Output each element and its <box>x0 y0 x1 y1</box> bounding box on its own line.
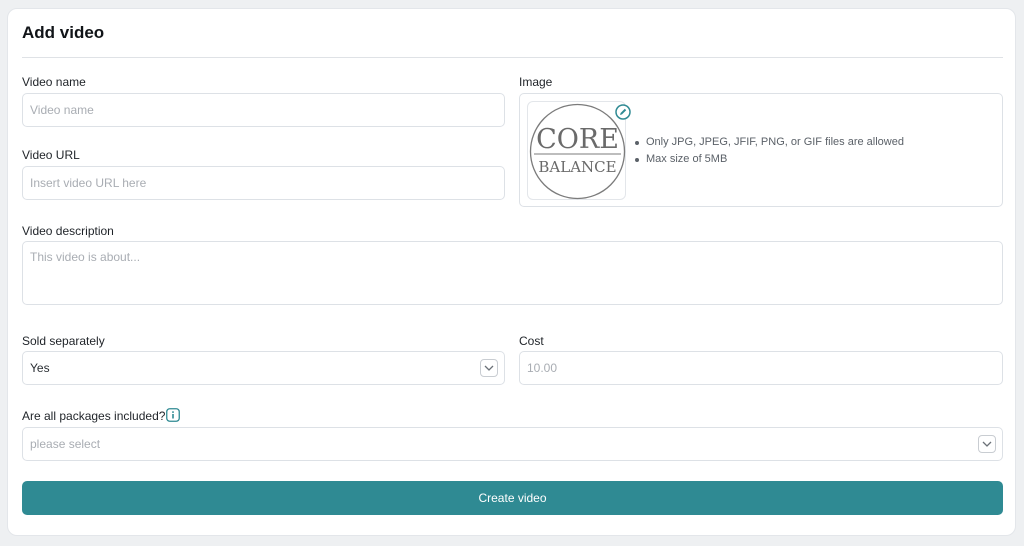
image-thumbnail[interactable]: CORE BALANCE <box>527 101 631 200</box>
packages-label: Are all packages included? <box>22 409 166 423</box>
sold-separately-label: Sold separately <box>22 334 105 348</box>
sold-separately-select[interactable]: Yes <box>22 351 505 385</box>
page-title: Add video <box>22 23 105 42</box>
chevron-down-icon[interactable] <box>978 435 996 453</box>
video-url-label: Video URL <box>22 148 80 162</box>
title-divider <box>22 57 1003 58</box>
video-url-input[interactable] <box>22 166 505 200</box>
pencil-icon[interactable] <box>615 104 631 120</box>
cost-label: Cost <box>519 334 544 348</box>
image-upload-panel: CORE BALANCE Only JPG, JPEG, JFIF, PNG, … <box>519 93 1003 207</box>
sold-separately-value: Yes <box>30 361 50 375</box>
image-rule-size: Max size of 5MB <box>632 151 904 168</box>
logo-text-top: CORE <box>536 124 619 155</box>
create-video-button[interactable]: Create video <box>22 481 1003 515</box>
image-rules-list: Only JPG, JPEG, JFIF, PNG, or GIF files … <box>632 134 904 168</box>
packages-select[interactable]: please select <box>22 427 1003 461</box>
logo-text-bottom: BALANCE <box>538 158 616 176</box>
chevron-down-icon[interactable] <box>480 359 498 377</box>
packages-placeholder: please select <box>30 437 101 451</box>
video-name-input[interactable] <box>22 93 505 127</box>
info-icon[interactable] <box>166 408 180 422</box>
image-label: Image <box>519 75 553 89</box>
video-description-textarea[interactable] <box>22 241 1003 305</box>
cost-input[interactable] <box>519 351 1003 385</box>
video-description-label: Video description <box>22 224 114 238</box>
image-rule-formats: Only JPG, JPEG, JFIF, PNG, or GIF files … <box>632 134 904 151</box>
core-balance-logo: CORE BALANCE <box>529 103 626 200</box>
video-name-label: Video name <box>22 75 86 89</box>
add-video-card: Add video Video name Video URL Image COR… <box>7 8 1016 536</box>
